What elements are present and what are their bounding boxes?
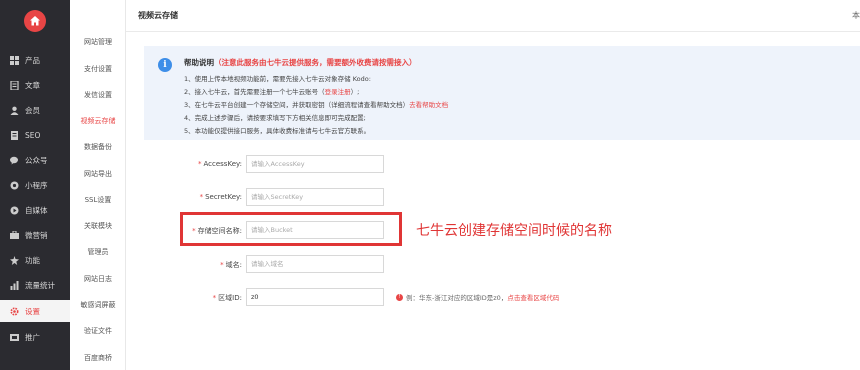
region-label-text: 区域ID: bbox=[218, 294, 242, 302]
sidebar-item-label: SEO bbox=[25, 130, 41, 140]
submenu-item-sensitive-words[interactable]: 敏感词屏蔽 bbox=[70, 300, 126, 310]
submenu-item-video-storage[interactable]: 视频云存储 bbox=[70, 116, 126, 126]
alert-icon: ! bbox=[396, 293, 403, 301]
region-label: * 区域ID: bbox=[212, 294, 242, 302]
sidebar-item-label: 公众号 bbox=[25, 155, 48, 165]
home-logo-icon[interactable] bbox=[24, 10, 46, 32]
domain-input[interactable] bbox=[246, 255, 384, 273]
sidebar-item-miniprogram[interactable]: 小程序 bbox=[0, 174, 70, 196]
accesskey-label-text: AccessKey: bbox=[203, 160, 242, 168]
sidebar-item-label: 推广 bbox=[25, 332, 40, 342]
submenu-item-logs[interactable]: 网站日志 bbox=[70, 274, 126, 284]
function-icon bbox=[10, 255, 19, 265]
user-icon bbox=[10, 106, 19, 115]
help-title: 帮助说明（注意此服务由七牛云提供服务，需要额外收费请按需接入） bbox=[184, 57, 417, 68]
accesskey-input[interactable] bbox=[246, 155, 384, 173]
accesskey-label: * AccessKey: bbox=[197, 160, 242, 168]
secretkey-input[interactable] bbox=[246, 188, 384, 206]
submenu-item-verify-file[interactable]: 验证文件 bbox=[70, 326, 126, 336]
sidebar-item-members[interactable]: 会员 bbox=[0, 99, 70, 121]
sidebar-item-label: 功能 bbox=[25, 255, 40, 265]
region-hint: ! 例：华东-浙江对应的区域ID是z0， 点击查看区域代码 bbox=[396, 292, 559, 302]
submenu-item-mail[interactable]: 发信设置 bbox=[70, 90, 126, 100]
sidebar-item-products[interactable]: 产品 bbox=[0, 49, 70, 71]
help-panel: i 帮助说明（注意此服务由七牛云提供服务，需要额外收费请按需接入） 1、使用上传… bbox=[144, 46, 860, 140]
help-title-note: （注意此服务由七牛云提供服务，需要额外收费请按需接入） bbox=[214, 58, 417, 67]
sidebar-item-label: 设置 bbox=[25, 306, 40, 316]
sidebar-item-label: 会员 bbox=[25, 105, 40, 115]
sidebar-item-seo[interactable]: SEO bbox=[0, 124, 70, 146]
sidebar-item-label: 小程序 bbox=[25, 180, 48, 190]
sidebar-item-label: 产品 bbox=[25, 55, 40, 65]
main-content: 视频云存储 本 i 帮助说明（注意此服务由七牛云提供服务，需要额外收费请按需接入… bbox=[126, 0, 860, 370]
wechat-icon bbox=[10, 156, 19, 165]
submenu-item-payment[interactable]: 支付设置 bbox=[70, 64, 126, 74]
page-header: 视频云存储 本 bbox=[126, 0, 860, 32]
region-code-link[interactable]: 点击查看区域代码 bbox=[507, 292, 559, 302]
sidebar-item-label: 文章 bbox=[25, 80, 40, 90]
submenu-item-admins[interactable]: 管理员 bbox=[70, 247, 126, 257]
info-icon: i bbox=[158, 58, 172, 72]
submenu-item-site-management[interactable]: 网站管理 bbox=[70, 37, 126, 47]
sidebar-item-media[interactable]: 自媒体 bbox=[0, 199, 70, 221]
sidebar-item-wechat[interactable]: 公众号 bbox=[0, 149, 70, 171]
submenu-item-ssl[interactable]: SSL设置 bbox=[70, 195, 126, 205]
header-right-text: 本 bbox=[852, 11, 860, 20]
miniprogram-icon bbox=[10, 181, 19, 190]
stats-icon bbox=[10, 280, 19, 290]
sidebar-item-articles[interactable]: 文章 bbox=[0, 74, 70, 96]
secretkey-label-text: SecretKey: bbox=[205, 193, 242, 201]
domain-label-text: 域名: bbox=[225, 261, 242, 269]
media-icon bbox=[10, 206, 19, 215]
sidebar-item-function[interactable]: 功能 bbox=[0, 249, 70, 271]
help-doc-link[interactable]: 去看帮助文档 bbox=[409, 101, 448, 109]
submenu-item-modules[interactable]: 关联模块 bbox=[70, 221, 126, 231]
domain-label: * 域名: bbox=[220, 261, 242, 269]
submenu-item-backup[interactable]: 数据备份 bbox=[70, 142, 126, 152]
sidebar-item-label: 微营销 bbox=[25, 230, 48, 240]
sidebar-item-settings[interactable]: 设置 bbox=[0, 300, 70, 322]
region-input[interactable] bbox=[246, 288, 384, 306]
help-line-5: 5、本功能仅提供接口服务，具体收费标准请与七牛云官方联系。 bbox=[184, 127, 371, 135]
help-line-1: 1、使用上传本地视频功能前，需要先接入七牛云对象存储 Kodo: bbox=[184, 75, 371, 83]
help-line-2-text-a: 2、接入七牛云，首先需要注册一个七牛云账号（ bbox=[184, 88, 325, 96]
help-line-2-text-b: ）; bbox=[350, 88, 360, 96]
sidebar-item-marketing[interactable]: 微营销 bbox=[0, 224, 70, 246]
help-title-text: 帮助说明 bbox=[184, 58, 214, 67]
document-icon bbox=[10, 80, 19, 90]
sidebar-item-label: 自媒体 bbox=[25, 205, 48, 215]
secretkey-label: * SecretKey: bbox=[199, 193, 242, 201]
promote-icon bbox=[10, 333, 19, 342]
grid-icon bbox=[10, 55, 19, 65]
submenu-item-baidu-bridge[interactable]: 百度商桥 bbox=[70, 353, 126, 363]
bucket-annotation: 七牛云创建存储空间时候的名称 bbox=[416, 223, 612, 239]
help-line-3: 3、在七牛云平台创建一个存储空间，并获取密钥（详细流程请查看帮助文档）去看帮助文… bbox=[184, 99, 448, 109]
help-line-4: 4、完成上述步骤后，请按要求填写下方相关信息即可完成配置; bbox=[184, 114, 366, 122]
bucket-highlight-box bbox=[180, 212, 402, 246]
region-hint-text: 例：华东-浙江对应的区域ID是z0， bbox=[406, 294, 508, 302]
seo-icon bbox=[10, 130, 19, 140]
settings-submenu: 网站管理 支付设置 发信设置 视频云存储 数据备份 网站导出 SSL设置 关联模… bbox=[70, 0, 126, 370]
register-link[interactable]: 登录注册 bbox=[325, 88, 351, 96]
help-line-2: 2、接入七牛云，首先需要注册一个七牛云账号（登录注册）; bbox=[184, 86, 359, 96]
sidebar-item-stats[interactable]: 流量统计 bbox=[0, 274, 70, 296]
sidebar-item-promote[interactable]: 推广 bbox=[0, 326, 70, 348]
sidebar-item-label: 流量统计 bbox=[25, 280, 55, 290]
gear-icon bbox=[10, 306, 19, 316]
submenu-item-export[interactable]: 网站导出 bbox=[70, 169, 126, 179]
help-line-3-text: 3、在七牛云平台创建一个存储空间，并获取密钥（详细流程请查看帮助文档） bbox=[184, 101, 410, 109]
main-sidebar: 产品 文章 会员 SEO 公众号 小程序 自媒体 微营销 功能 流量统计 设置 bbox=[0, 0, 70, 370]
page-title: 视频云存储 bbox=[138, 11, 178, 20]
marketing-icon bbox=[10, 230, 19, 240]
